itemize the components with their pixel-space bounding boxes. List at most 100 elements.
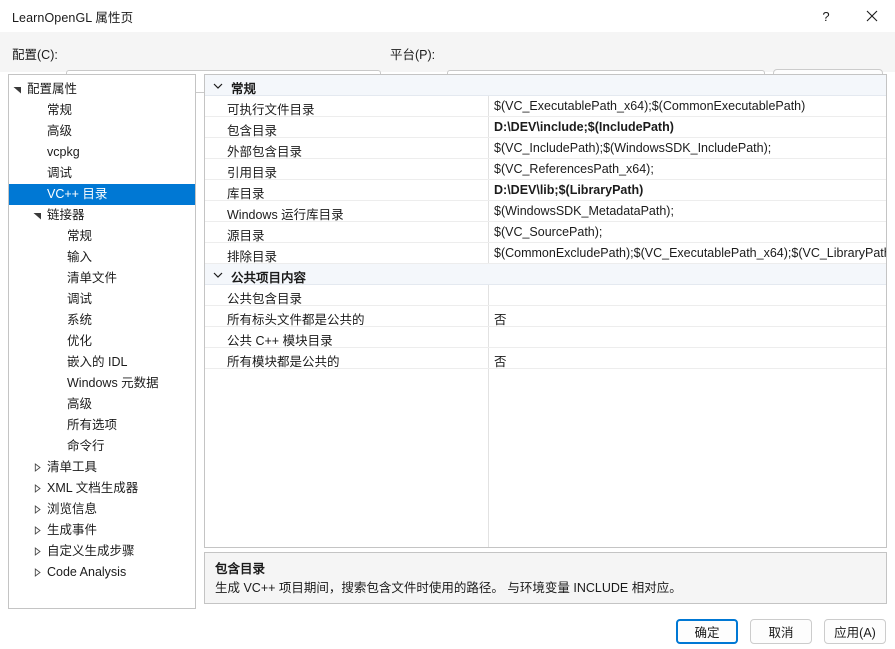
grid-property-row[interactable]: 所有标头文件都是公共的 否 <box>205 306 886 327</box>
tree-item-label: 所有选项 <box>67 418 118 432</box>
tree-item-label: 浏览信息 <box>47 502 98 516</box>
tree-item[interactable]: XML 文档生成器 <box>9 478 195 499</box>
tree-item[interactable]: 链接器 <box>9 205 195 226</box>
grid-row-value[interactable]: $(VC_ReferencesPath_x64); <box>494 162 654 176</box>
tree-item[interactable]: 生成事件 <box>9 520 195 541</box>
grid-property-row[interactable]: 公共包含目录 <box>205 285 886 306</box>
grid-row-value[interactable]: $(VC_ExecutablePath_x64);$(CommonExecuta… <box>494 99 805 113</box>
collapsed-triangle-icon[interactable] <box>33 568 42 577</box>
grid-row-value[interactable]: 否 <box>494 351 507 370</box>
tree-item-label: Code Analysis <box>47 565 127 579</box>
tree-item[interactable]: Windows 元数据 <box>9 373 195 394</box>
grid-row-name: 可执行文件目录 <box>227 103 315 117</box>
tree-item[interactable]: 清单文件 <box>9 268 195 289</box>
collapsed-triangle-icon[interactable] <box>33 463 42 472</box>
tree-item[interactable]: 嵌入的 IDL <box>9 352 195 373</box>
grid-row-name: 源目录 <box>227 229 265 243</box>
tree-item-label: 配置属性 <box>27 82 78 96</box>
collapsed-triangle-icon[interactable] <box>33 484 42 493</box>
tree-item-label: 常规 <box>67 229 93 243</box>
grid-row-name: 排除目录 <box>227 250 278 264</box>
tree-item[interactable]: 所有选项 <box>9 415 195 436</box>
tree-item[interactable]: 高级 <box>9 394 195 415</box>
tree-item-label: 优化 <box>67 334 93 348</box>
configuration-bar: 配置(C): 活动(Debug) 平台(P): 活动(x64) 配置管理器(O)… <box>0 32 895 94</box>
tree-item[interactable]: 自定义生成步骤 <box>9 541 195 562</box>
tree-item-label: 系统 <box>67 313 93 327</box>
tree-item-label: 常规 <box>47 103 73 117</box>
grid-property-row[interactable]: Windows 运行库目录 $(WindowsSDK_MetadataPath); <box>205 201 886 222</box>
grid-property-row[interactable]: 所有模块都是公共的 否 <box>205 348 886 369</box>
grid-row-value[interactable]: D:\DEV\include;$(IncludePath) <box>494 120 674 134</box>
tree-item-label: VC++ 目录 <box>47 187 108 201</box>
grid-row-value[interactable]: D:\DEV\lib;$(LibraryPath) <box>494 183 643 197</box>
grid-property-row[interactable]: 可执行文件目录 $(VC_ExecutablePath_x64);$(Common… <box>205 96 886 117</box>
grid-property-row[interactable]: 包含目录 D:\DEV\include;$(IncludePath) <box>205 117 886 138</box>
ok-button[interactable]: 确定 <box>676 619 738 644</box>
tree-item[interactable]: VC++ 目录 <box>9 184 195 205</box>
grid-property-row[interactable]: 源目录 $(VC_SourcePath); <box>205 222 886 243</box>
platform-label: 平台(P): <box>390 48 436 62</box>
grid-section-header[interactable]: 公共项目内容 <box>205 264 886 285</box>
collapsed-triangle-icon[interactable] <box>33 547 42 556</box>
close-button[interactable] <box>849 0 895 32</box>
collapsed-triangle-icon[interactable] <box>33 505 42 514</box>
tree-item-label: 清单文件 <box>67 271 118 285</box>
property-grid[interactable]: 常规可执行文件目录 $(VC_ExecutablePath_x64);$(Comm… <box>204 74 887 548</box>
grid-row-name: 公共项目内容 <box>231 271 307 285</box>
grid-property-row[interactable]: 库目录 D:\DEV\lib;$(LibraryPath) <box>205 180 886 201</box>
grid-row-name: 外部包含目录 <box>227 145 303 159</box>
collapsed-triangle-icon[interactable] <box>33 526 42 535</box>
tree-item[interactable]: 常规 <box>9 226 195 247</box>
description-body: 生成 VC++ 项目期间，搜索包含文件时使用的路径。 与环境变量 INCLUDE… <box>215 581 682 595</box>
tree-item[interactable]: 配置属性 <box>9 79 195 100</box>
property-tree[interactable]: 配置属性 常规 高级 vcpkg 调试 VC++ 目录 链接器 常规 输入 清单文件 调试 系统 优化嵌… <box>8 74 196 609</box>
chevron-down-icon[interactable] <box>213 271 223 279</box>
tree-item-label: 调试 <box>47 166 73 180</box>
grid-row-value[interactable]: 否 <box>494 309 507 328</box>
close-icon <box>866 10 878 22</box>
grid-row-name: 常规 <box>231 82 257 96</box>
expanded-triangle-icon[interactable] <box>33 211 42 220</box>
tree-item[interactable]: 命令行 <box>9 436 195 457</box>
tree-item-label: 高级 <box>47 124 73 138</box>
grid-property-row[interactable]: 排除目录 $(CommonExcludePath);$(VC_Executable… <box>205 243 886 264</box>
grid-row-name: 公共 C++ 模块目录 <box>227 334 333 348</box>
tree-item[interactable]: 输入 <box>9 247 195 268</box>
tree-item[interactable]: 调试 <box>9 289 195 310</box>
grid-row-value[interactable]: $(CommonExcludePath);$(VC_ExecutablePath… <box>494 246 886 260</box>
grid-property-row[interactable]: 外部包含目录 $(VC_IncludePath);$(WindowsSDK_Inc… <box>205 138 886 159</box>
tree-item[interactable]: 高级 <box>9 121 195 142</box>
chevron-down-icon[interactable] <box>213 82 223 90</box>
tree-item-label: vcpkg <box>47 145 80 159</box>
tree-item-label: 命令行 <box>67 439 105 453</box>
tree-item[interactable]: 优化 <box>9 331 195 352</box>
title-bar: LearnOpenGL 属性页 ? <box>0 0 895 32</box>
tree-item[interactable]: 常规 <box>9 100 195 121</box>
description-panel: 包含目录 生成 VC++ 项目期间，搜索包含文件时使用的路径。 与环境变量 IN… <box>204 552 887 604</box>
tree-item[interactable]: 清单工具 <box>9 457 195 478</box>
tree-item[interactable]: vcpkg <box>9 142 195 163</box>
grid-row-name: 公共包含目录 <box>227 292 303 306</box>
cancel-button[interactable]: 取消 <box>750 619 812 644</box>
tree-item-label: Windows 元数据 <box>67 376 159 390</box>
tree-item[interactable]: 浏览信息 <box>9 499 195 520</box>
tree-item[interactable]: Code Analysis <box>9 562 195 583</box>
grid-row-value[interactable]: $(VC_IncludePath);$(WindowsSDK_IncludePa… <box>494 141 771 155</box>
window-title: LearnOpenGL 属性页 <box>12 11 134 25</box>
tree-item-label: XML 文档生成器 <box>47 481 139 495</box>
grid-property-row[interactable]: 引用目录 $(VC_ReferencesPath_x64); <box>205 159 886 180</box>
tree-item-label: 输入 <box>67 250 93 264</box>
grid-row-value[interactable]: $(VC_SourcePath); <box>494 225 602 239</box>
apply-button[interactable]: 应用(A) <box>824 619 886 644</box>
grid-row-value[interactable]: $(WindowsSDK_MetadataPath); <box>494 204 674 218</box>
question-mark-icon: ? <box>822 8 830 24</box>
tree-item-label: 自定义生成步骤 <box>47 544 135 558</box>
grid-section-header[interactable]: 常规 <box>205 75 886 96</box>
grid-row-name: 所有标头文件都是公共的 <box>227 313 365 327</box>
help-button[interactable]: ? <box>803 0 849 32</box>
tree-item[interactable]: 调试 <box>9 163 195 184</box>
grid-property-row[interactable]: 公共 C++ 模块目录 <box>205 327 886 348</box>
expanded-triangle-icon[interactable] <box>13 85 22 94</box>
tree-item[interactable]: 系统 <box>9 310 195 331</box>
